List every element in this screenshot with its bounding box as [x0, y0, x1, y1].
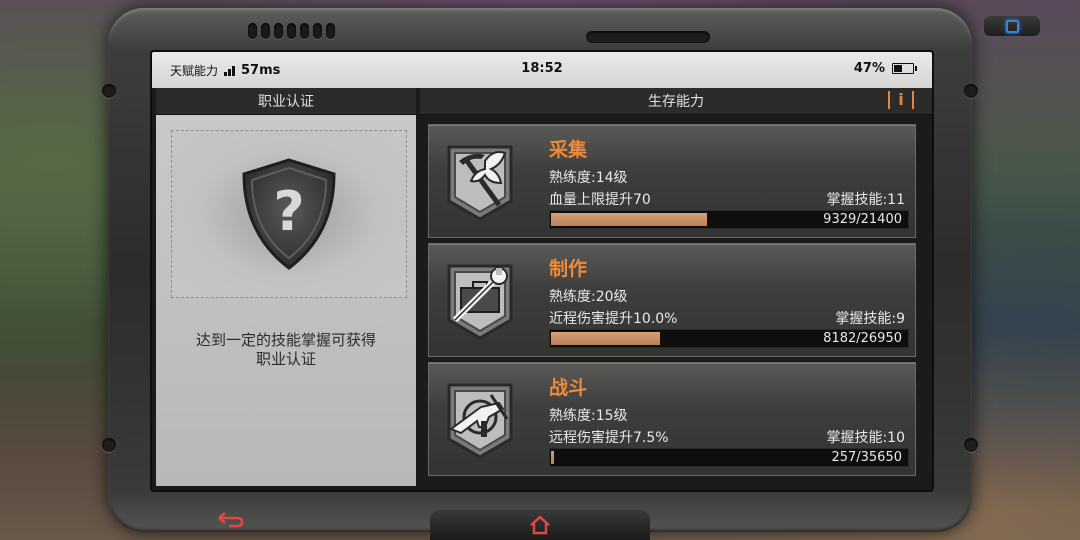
side-knob-right-top	[964, 84, 978, 98]
combat-gun-icon	[447, 383, 513, 459]
skill-card-crafting[interactable]: 制作 熟练度:20级 近程伤害提升10.0% 掌握技能:9 8182/26950	[428, 243, 916, 357]
xp-progress-fill	[551, 213, 708, 226]
side-knob-right-bottom	[964, 438, 978, 452]
side-knob-left-bottom	[102, 438, 116, 452]
xp-text: 257/35650	[831, 450, 902, 465]
skill-card-combat[interactable]: 战斗 熟练度:15级 远程伤害提升7.5% 掌握技能:10 257/35650	[428, 362, 916, 476]
svg-text:?: ?	[273, 180, 304, 243]
skill-mastery: 掌握技能:11	[826, 192, 905, 208]
xp-progress-fill	[551, 332, 660, 345]
skill-name: 制作	[549, 258, 588, 280]
gathering-pickaxe-leaf-icon	[447, 145, 513, 221]
skill-bonus: 远程伤害提升7.5%	[549, 430, 669, 446]
screen: 天赋能力 57ms 18:52 47% 职业认证 ? 达到一定的技能掌握可获得 …	[150, 50, 934, 492]
status-bar: 天赋能力 57ms 18:52 47%	[152, 52, 932, 88]
power-button[interactable]	[984, 16, 1040, 36]
xp-progress-bar: 257/35650	[549, 448, 909, 467]
certification-panel: 职业认证 ? 达到一定的技能掌握可获得 职业认证	[156, 88, 416, 488]
certification-description-line2: 职业认证	[255, 350, 316, 368]
skill-mastery: 掌握技能:10	[826, 430, 905, 446]
question-shield-icon: ?	[242, 158, 336, 270]
survival-panel: 生存能力 i 采集 熟练度:14级 血量上限提升70 掌握技能:11 9329/…	[420, 88, 932, 488]
top-slot	[586, 31, 710, 43]
skill-name: 采集	[549, 139, 588, 161]
xp-text: 8182/26950	[823, 331, 902, 346]
side-knob-left-top	[102, 84, 116, 98]
skill-level: 熟练度:14级	[549, 170, 628, 186]
certification-header: 职业认证	[156, 88, 416, 115]
skill-list: 采集 熟练度:14级 血量上限提升70 掌握技能:11 9329/21400 制…	[428, 124, 916, 481]
survival-header: 生存能力	[648, 94, 704, 110]
certification-description-line1: 达到一定的技能掌握可获得	[195, 331, 376, 349]
skill-level: 熟练度:20级	[549, 289, 628, 305]
skill-bonus: 近程伤害提升10.0%	[549, 311, 678, 327]
skill-bonus: 血量上限提升70	[549, 192, 651, 208]
info-icon[interactable]: i	[888, 91, 914, 109]
home-icon	[530, 515, 550, 535]
skill-mastery: 掌握技能:9	[835, 311, 905, 327]
xp-progress-fill	[551, 451, 554, 464]
battery-percent: 47%	[853, 61, 885, 76]
xp-progress-bar: 8182/26950	[549, 329, 909, 348]
skill-level: 熟练度:15级	[549, 408, 628, 424]
xp-text: 9329/21400	[823, 212, 902, 227]
home-button[interactable]	[430, 510, 650, 540]
clock: 18:52	[521, 61, 563, 76]
skill-card-gathering[interactable]: 采集 熟练度:14级 血量上限提升70 掌握技能:11 9329/21400	[428, 124, 916, 238]
back-button[interactable]	[180, 508, 280, 532]
xp-progress-bar: 9329/21400	[549, 210, 909, 229]
speaker-grille	[248, 23, 335, 39]
certification-slot[interactable]: ?	[171, 130, 407, 298]
crafting-wrench-toolbox-icon	[447, 264, 513, 340]
battery-icon	[892, 63, 917, 74]
skill-name: 战斗	[549, 377, 588, 399]
back-arrow-icon	[218, 512, 244, 528]
power-icon	[1005, 19, 1019, 33]
